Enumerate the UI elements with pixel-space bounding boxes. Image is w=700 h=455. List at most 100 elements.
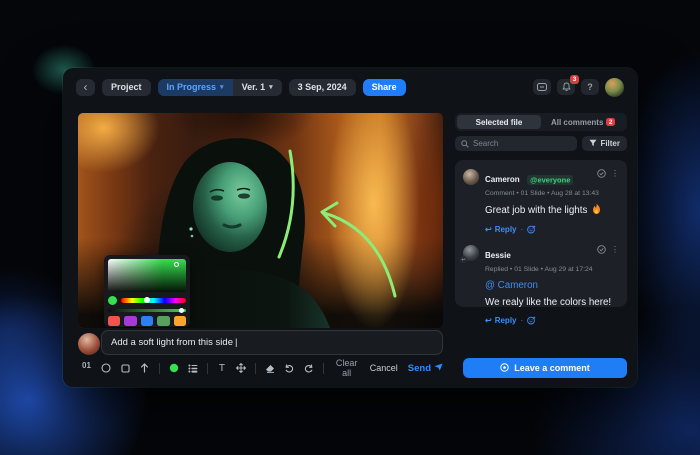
undo-button[interactable]	[284, 361, 294, 375]
toolbar-divider	[159, 363, 160, 374]
date-label: 3 Sep, 2024	[298, 82, 347, 92]
current-user-avatar	[78, 333, 100, 355]
hue-knob[interactable]	[144, 297, 150, 303]
ellipse-tool-button[interactable]	[101, 361, 111, 375]
comment-bubble-icon	[500, 363, 509, 374]
swatch-green[interactable]	[157, 316, 169, 326]
chevron-down-icon: ▾	[220, 83, 224, 91]
cancel-button[interactable]: Cancel	[370, 363, 398, 373]
swatch-blue[interactable]	[141, 316, 153, 326]
fire-emoji	[591, 203, 602, 220]
comment-thread-card: Cameron @everyone Comment • 01 Slide • A…	[455, 160, 627, 307]
media-viewer[interactable]	[78, 113, 443, 328]
send-label: Send	[408, 363, 431, 374]
comment-text: Great job with the lights	[485, 204, 587, 218]
comment-author: Cameron	[485, 175, 520, 184]
comment-meta: Comment • 01 Slide • Aug 28 at 13:43	[485, 190, 591, 197]
saturation-brightness-area[interactable]	[108, 259, 186, 292]
annotation-toolbar: T Clear all Cancel Send	[101, 359, 443, 377]
hue-slider[interactable]	[121, 298, 186, 303]
text-cursor: |	[235, 337, 237, 348]
comment-draft-text: Add a soft light from this side	[111, 337, 233, 348]
share-button[interactable]: Share	[363, 79, 406, 96]
separator-dot: ·	[521, 316, 524, 325]
comment-text: We realy like the colors here!	[485, 296, 611, 310]
swatch-purple[interactable]	[124, 316, 136, 326]
notification-count-badge: 3	[570, 75, 579, 84]
version-dropdown[interactable]: Ver. 1 ▾	[233, 79, 282, 96]
comment-author: Bessie	[485, 251, 511, 260]
swatch-red[interactable]	[108, 316, 120, 326]
commenter-avatar	[463, 169, 479, 185]
reply-label: Reply	[495, 316, 517, 325]
filter-button[interactable]: Filter	[582, 136, 627, 151]
search-field[interactable]	[455, 136, 577, 151]
comments-sidebar: Selected file All comments 2 Filter	[455, 113, 627, 379]
status-dropdown[interactable]: In Progress ▾	[158, 79, 233, 96]
comment-input[interactable]: Add a soft light from this side |	[101, 330, 443, 355]
comment-item[interactable]: Cameron @everyone Comment • 01 Slide • A…	[463, 169, 619, 234]
slide-number-label: 01	[82, 361, 91, 370]
inbox-icon	[537, 83, 547, 91]
project-label: Project	[111, 82, 142, 92]
reply-button[interactable]: ↩ Reply	[485, 225, 517, 234]
stroke-width-button[interactable]	[188, 361, 198, 375]
reply-label: Reply	[495, 225, 517, 234]
resolve-comment-button[interactable]	[597, 169, 606, 178]
app-window: ‹ Project In Progress ▾ Ver. 1 ▾ 3 Sep, …	[63, 68, 637, 387]
question-mark-icon: ?	[587, 82, 593, 92]
add-reaction-button[interactable]	[527, 316, 536, 325]
eraser-tool-button[interactable]	[265, 361, 275, 375]
search-icon	[461, 135, 469, 153]
status-version-segment: In Progress ▾ Ver. 1 ▾	[158, 79, 282, 96]
current-color-dot	[108, 296, 117, 305]
comment-menu-button[interactable]: ⋮	[611, 169, 619, 178]
filter-funnel-icon	[589, 139, 597, 149]
add-reaction-button[interactable]	[527, 225, 536, 234]
arrow-tool-button[interactable]	[139, 361, 149, 375]
user-avatar[interactable]	[605, 78, 624, 97]
swatch-orange[interactable]	[174, 316, 186, 326]
comment-body: @ Cameron We realy like the colors here!	[485, 279, 619, 310]
reply-arrow-icon: ↩	[485, 225, 492, 234]
comment-menu-button[interactable]: ⋮	[611, 245, 619, 254]
inbox-button[interactable]	[533, 79, 551, 95]
saturation-knob[interactable]	[174, 262, 179, 267]
desktop-background: ‹ Project In Progress ▾ Ver. 1 ▾ 3 Sep, …	[0, 0, 700, 455]
swatch-row	[108, 316, 186, 326]
rectangle-tool-button[interactable]	[120, 361, 130, 375]
shade-knob[interactable]	[179, 308, 184, 313]
mention-link[interactable]: @ Cameron	[485, 279, 538, 293]
text-tool-button[interactable]: T	[217, 361, 227, 375]
version-label: Ver. 1	[242, 82, 266, 92]
send-button[interactable]: Send	[408, 363, 443, 374]
reply-button[interactable]: ↩ Reply	[485, 316, 517, 325]
back-chevron-icon: ‹	[84, 80, 88, 94]
comment-item[interactable]: ↩ Bessie Replied • 01 Slide • Aug 29 at …	[463, 245, 619, 325]
tab-all-comments-label: All comments	[551, 118, 603, 127]
color-swatch-button[interactable]	[169, 361, 179, 375]
redo-button[interactable]	[304, 361, 314, 375]
color-picker-panel[interactable]	[104, 255, 190, 327]
reply-arrow-icon: ↩	[485, 316, 492, 325]
leave-comment-label: Leave a comment	[514, 363, 590, 373]
comment-body: Great job with the lights	[485, 203, 619, 220]
notifications-button[interactable]: 3	[557, 79, 575, 95]
tab-selected-file[interactable]: Selected file	[457, 115, 541, 129]
help-button[interactable]: ?	[581, 79, 599, 95]
bell-icon	[562, 82, 571, 92]
back-button[interactable]: ‹	[76, 79, 95, 96]
date-button[interactable]: 3 Sep, 2024	[289, 79, 356, 96]
clear-all-button[interactable]: Clear all	[333, 358, 361, 378]
header-toolbar: ‹ Project In Progress ▾ Ver. 1 ▾ 3 Sep, …	[63, 68, 637, 106]
send-plane-icon	[434, 363, 443, 374]
project-button[interactable]: Project	[102, 79, 151, 96]
header-right-group: 3 ?	[533, 78, 624, 97]
search-input[interactable]	[473, 139, 571, 148]
resolve-comment-button[interactable]	[597, 245, 606, 254]
tab-all-comments[interactable]: All comments 2	[541, 115, 625, 129]
commenter-avatar: ↩	[463, 245, 479, 261]
shade-slider[interactable]	[108, 309, 186, 312]
leave-comment-button[interactable]: Leave a comment	[463, 358, 627, 378]
move-tool-button[interactable]	[236, 361, 246, 375]
